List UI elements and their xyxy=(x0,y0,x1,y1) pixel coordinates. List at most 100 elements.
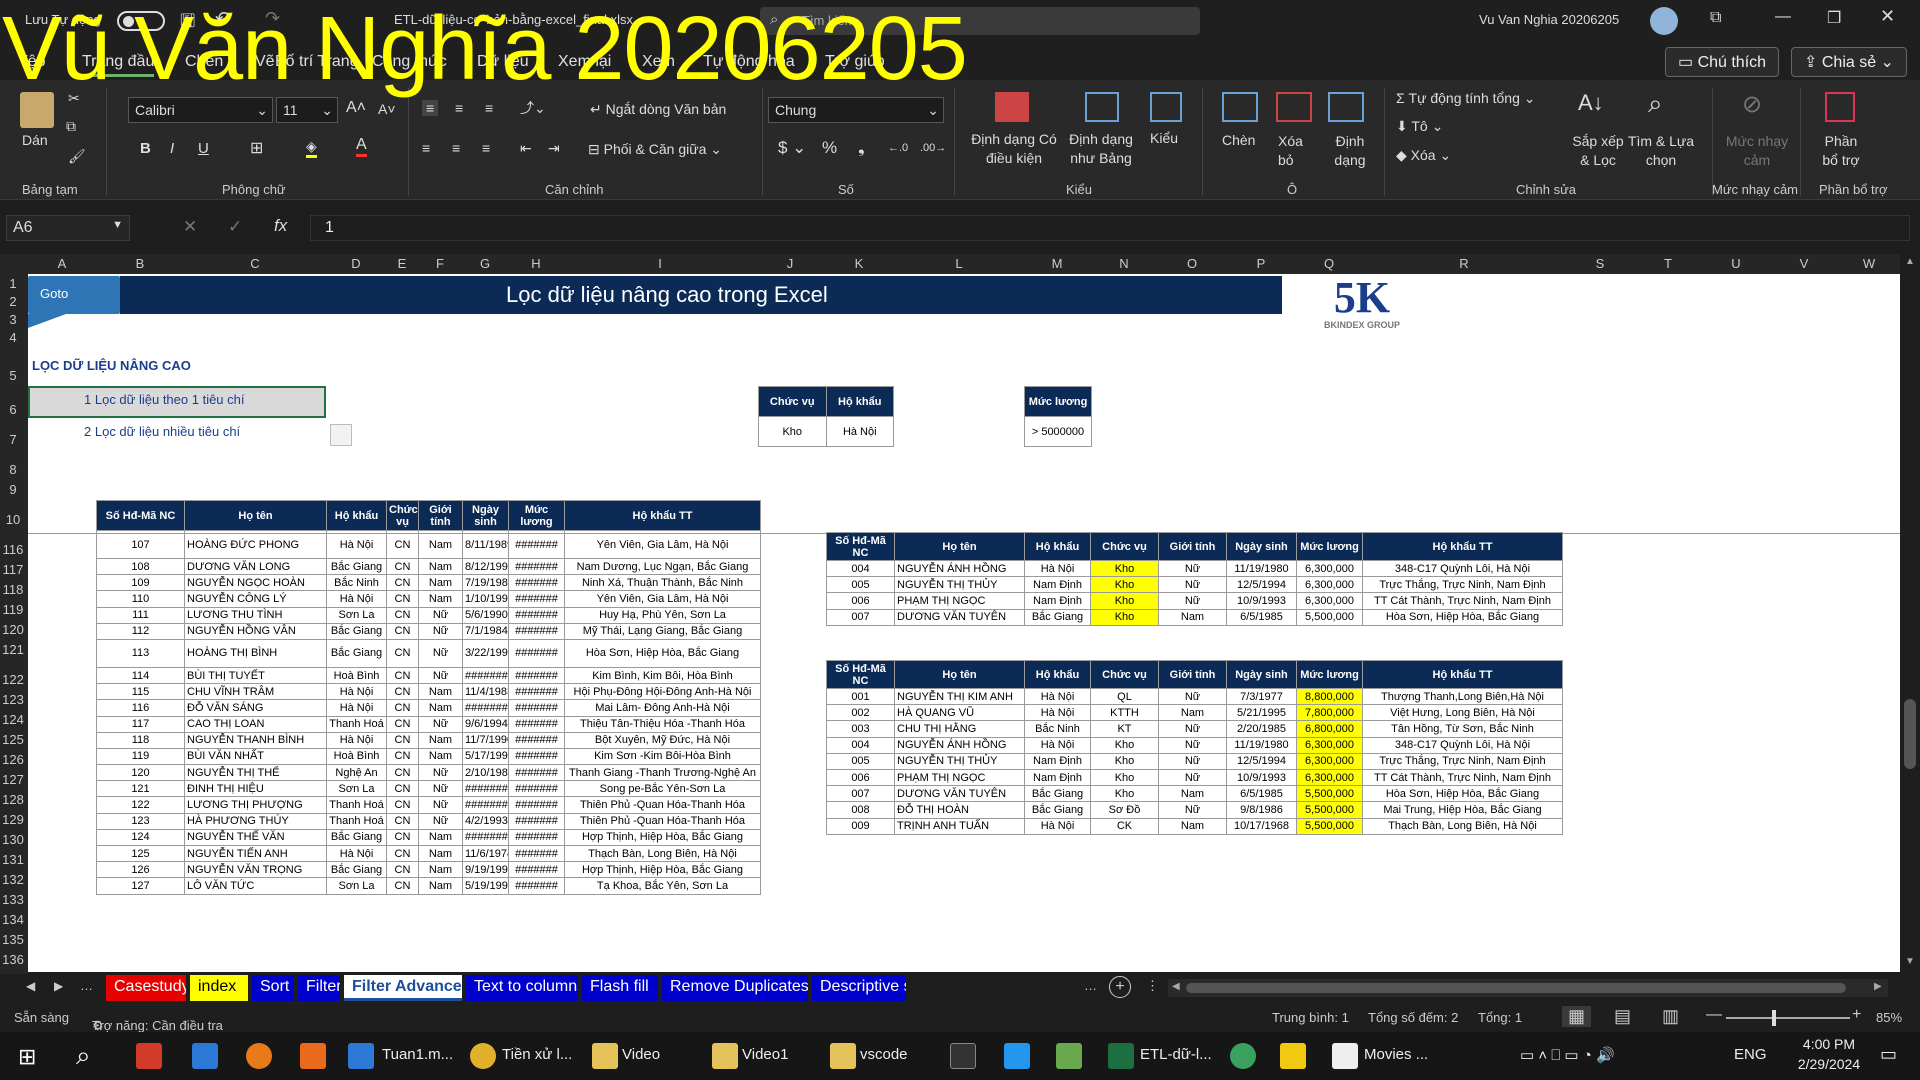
shrink-font-icon[interactable]: A˅ xyxy=(378,101,396,117)
table-cell[interactable]: ĐỖ VĂN SÁNG xyxy=(184,699,327,717)
column-header[interactable]: B xyxy=(96,256,184,271)
table-cell[interactable]: Kho xyxy=(1090,768,1159,787)
table-cell[interactable]: CN xyxy=(386,877,419,895)
column-header[interactable]: J xyxy=(756,256,824,271)
table-cell[interactable]: Nam xyxy=(1158,785,1227,803)
table-cell[interactable]: 006 xyxy=(826,768,895,787)
table-cell[interactable]: Hà Nội xyxy=(1024,817,1091,835)
table-cell[interactable]: Nữ xyxy=(418,638,463,668)
table-cell[interactable]: Nữ xyxy=(418,666,463,685)
table-cell[interactable]: 115 xyxy=(96,683,185,701)
table-cell[interactable]: 007 xyxy=(826,785,895,803)
table-cell[interactable]: ####### xyxy=(508,780,565,798)
table-cell[interactable]: ####### xyxy=(508,861,565,879)
copy-icon[interactable]: ⧉ xyxy=(66,118,76,135)
table-cell[interactable]: CN xyxy=(386,557,419,576)
table-cell[interactable]: Hoà Bình xyxy=(326,666,387,685)
table-cell[interactable]: Nam xyxy=(418,590,463,608)
table-cell[interactable]: Bắc Giang xyxy=(326,622,387,640)
table-cell[interactable]: Hà Nội xyxy=(1024,704,1091,722)
taskbar-item[interactable]: Tuan1.m... xyxy=(382,1046,453,1063)
minimize-icon[interactable]: — xyxy=(1775,8,1791,26)
table-cell[interactable]: 002 xyxy=(826,704,895,722)
table-cell[interactable]: CHU THỊ HẰNG xyxy=(894,720,1025,738)
column-header[interactable]: I xyxy=(564,256,756,271)
table-cell[interactable]: Hội Phụ-Đông Hội-Đông Anh-Hà Nội xyxy=(564,683,761,701)
sheet-tab[interactable]: Remove Duplicates xyxy=(662,975,808,1001)
row-header[interactable]: 130 xyxy=(0,832,26,847)
table-cell[interactable]: ####### xyxy=(508,715,565,733)
comments-button[interactable]: ▭ Chú thích xyxy=(1665,47,1780,77)
table-cell[interactable]: ####### xyxy=(508,731,565,749)
table-cell[interactable]: NGUYỄN THỊ THỦY xyxy=(894,752,1025,770)
app-search-orange-icon[interactable] xyxy=(246,1043,272,1069)
column-header[interactable]: M xyxy=(1024,256,1090,271)
table-cell[interactable]: Nam Định xyxy=(1024,752,1091,770)
table-cell[interactable]: Thiên Phủ -Quan Hóa-Thanh Hóa xyxy=(564,812,761,830)
outdent-icon[interactable]: ⇤ xyxy=(520,140,532,157)
table-cell[interactable]: 003 xyxy=(826,720,895,738)
table-cell[interactable]: CN xyxy=(386,699,419,717)
taskbar-item-active[interactable]: ETL-dữ-l... xyxy=(1140,1046,1212,1063)
taskbar-item[interactable]: vscode xyxy=(860,1046,908,1063)
table-cell[interactable]: 123 xyxy=(96,812,185,830)
scroll-up-icon[interactable]: ▲ xyxy=(1905,256,1915,267)
table-cell[interactable]: ####### xyxy=(462,780,509,798)
table-cell[interactable]: Bắc Ninh xyxy=(1024,720,1091,738)
table-cell[interactable]: Nam xyxy=(418,828,463,847)
taskbar-item[interactable]: Tiền xử l... xyxy=(502,1046,572,1063)
column-header[interactable]: K xyxy=(824,256,894,271)
table-cell[interactable]: BÙI VĂN NHẤT xyxy=(184,747,327,766)
table-cell[interactable]: 7/3/1977 xyxy=(1226,687,1297,706)
table-cell[interactable]: Nam xyxy=(418,574,463,592)
table-cell[interactable]: ####### xyxy=(508,747,565,766)
italic-icon[interactable]: I xyxy=(170,140,174,157)
app-blue-icon[interactable] xyxy=(192,1043,218,1069)
table-cell[interactable]: CAO THỊ LOAN xyxy=(184,715,327,733)
table-cell[interactable]: CN xyxy=(386,844,419,863)
table-cell[interactable]: 113 xyxy=(96,638,185,668)
table-cell[interactable]: PHẠM THỊ NGỌC xyxy=(894,592,1025,610)
table-cell[interactable]: 5/17/1998 xyxy=(462,747,509,766)
column-header[interactable]: O xyxy=(1158,256,1226,271)
worksheet-grid[interactable]: Goto Lọc dữ liệu nâng cao trong Excel 5K… xyxy=(28,274,1900,972)
table-cell[interactable]: Hà Nội xyxy=(326,590,387,608)
close-icon[interactable]: ✕ xyxy=(1880,6,1895,27)
fill-button[interactable]: ⬇ Tô ⌄ xyxy=(1396,118,1443,135)
table-cell[interactable]: 125 xyxy=(96,844,185,863)
table-cell[interactable]: Hoà Bình xyxy=(326,747,387,766)
table-cell[interactable]: Hà Nội xyxy=(1024,687,1091,706)
table-cell[interactable]: Bắc Giang xyxy=(326,861,387,879)
table-cell[interactable]: ####### xyxy=(508,606,565,624)
row-header[interactable]: 134 xyxy=(0,912,26,927)
table-cell[interactable]: Nữ xyxy=(1158,720,1227,738)
table-cell[interactable]: Bắc Giang xyxy=(1024,801,1091,819)
table-cell[interactable]: Thiệu Tân-Thiệu Hóa -Thanh Hóa xyxy=(564,715,761,733)
paste-button[interactable]: Dán xyxy=(22,132,48,148)
table-cell[interactable]: Nam xyxy=(418,683,463,701)
currency-icon[interactable]: $ ⌄ xyxy=(778,138,806,158)
table-cell[interactable]: Hòa Sơn, Hiệp Hòa, Bắc Giang xyxy=(564,638,761,668)
table-cell[interactable]: Bắc Giang xyxy=(326,638,387,668)
bold-icon[interactable]: B xyxy=(140,140,151,157)
table-cell[interactable]: Nữ xyxy=(418,622,463,640)
table-cell[interactable]: 4/2/1993 xyxy=(462,812,509,830)
table-cell[interactable]: Thượng Thanh,Long Biên,Hà Nội xyxy=(1362,687,1563,706)
table-cell[interactable]: NGUYỄN TIẾN ANH xyxy=(184,844,327,863)
avatar[interactable] xyxy=(1650,7,1678,35)
row-header[interactable]: 123 xyxy=(0,692,26,707)
table-cell[interactable]: Nam xyxy=(418,747,463,766)
table-cell[interactable]: 5/6/1990 xyxy=(462,606,509,624)
table-cell[interactable]: ####### xyxy=(508,666,565,685)
cell-styles-button[interactable]: Kiểu xyxy=(1150,130,1178,146)
language[interactable]: ENG xyxy=(1734,1046,1767,1063)
table-cell[interactable]: Hòa Sơn, Hiệp Hòa, Bắc Giang xyxy=(1362,608,1563,626)
table-cell[interactable]: Hà Nội xyxy=(326,683,387,701)
table-cell[interactable]: ####### xyxy=(508,574,565,592)
tool-icon[interactable] xyxy=(1056,1043,1082,1069)
table-cell[interactable]: Bột Xuyên, Mỹ Đức, Hà Nội xyxy=(564,731,761,749)
table-cell[interactable]: Kho xyxy=(1090,592,1159,610)
find-select-button[interactable]: Tìm & Lựa chọn xyxy=(1626,132,1696,170)
table-cell[interactable]: Nữ xyxy=(1158,559,1227,578)
table-cell[interactable]: 3/22/1991 xyxy=(462,638,509,668)
